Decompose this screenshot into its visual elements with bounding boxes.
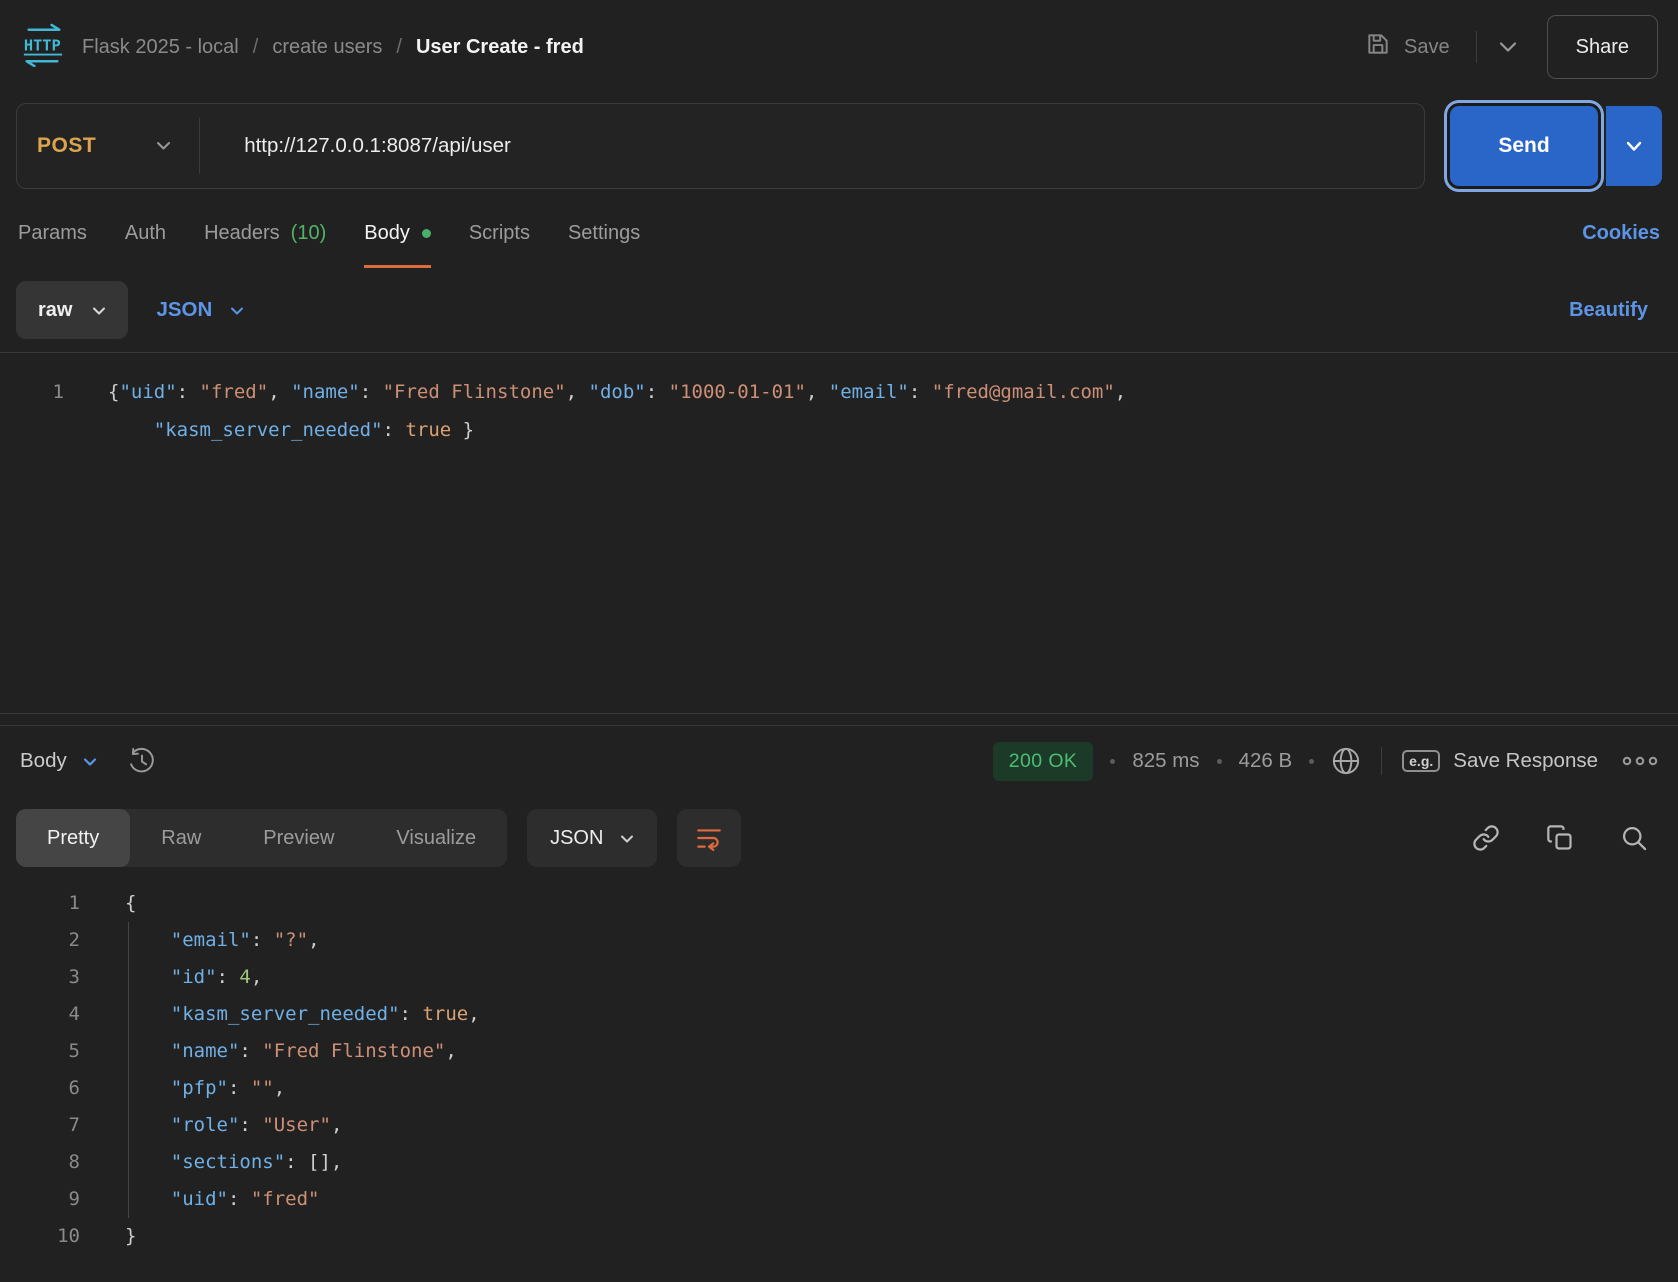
request-tabs: Params Auth Headers(10) Body Scripts Settings… [0, 198, 1678, 268]
tab-scripts[interactable]: Scripts [469, 198, 530, 268]
view-tab-preview[interactable]: Preview [232, 809, 365, 867]
save-label: Save [1404, 36, 1450, 59]
code-line: 8 "sections": [], [0, 1144, 1678, 1181]
code-line: "kasm_server_needed": true } [0, 411, 1678, 449]
save-button[interactable]: Save [1365, 31, 1450, 63]
http-method-icon: HTTP [20, 23, 66, 72]
breadcrumb-separator: / [396, 36, 402, 59]
method-selector[interactable]: POST [17, 134, 199, 158]
status-badge[interactable]: 200 OK [993, 742, 1094, 781]
response-body-viewer[interactable]: 1{2 "email": "?",3 "id": 4,4 "kasm_serve… [0, 880, 1678, 1282]
chevron-down-icon [230, 298, 244, 322]
breadcrumb-folder[interactable]: create users [272, 36, 382, 59]
breadcrumb-request-name[interactable]: User Create - fred [416, 36, 584, 59]
separator-dot [1110, 759, 1115, 764]
response-status-group: 200 OK 825 ms 426 B e.g. Save Response [993, 742, 1658, 781]
response-size[interactable]: 426 B [1239, 749, 1293, 773]
code-line: 1{"uid": "fred", "name": "Fred Flinstone… [0, 373, 1678, 411]
save-icon [1365, 31, 1391, 63]
breadcrumb: Flask 2025 - local / create users / User… [82, 36, 584, 59]
request-body-editor[interactable]: 1{"uid": "fred", "name": "Fred Flinstone… [0, 352, 1678, 713]
cookies-link[interactable]: Cookies [1582, 222, 1660, 245]
response-time[interactable]: 825 ms [1132, 749, 1199, 773]
breadcrumb-separator: / [253, 36, 259, 59]
tab-params[interactable]: Params [18, 198, 87, 268]
method-chevron-icon [156, 141, 171, 151]
separator-dot [1217, 759, 1222, 764]
response-toolbar: PrettyRawPreviewVisualize JSON [0, 796, 1678, 880]
search-icon[interactable] [1620, 824, 1648, 852]
meta-divider [1381, 747, 1382, 775]
response-tools [1472, 824, 1662, 852]
save-options-chevron-icon[interactable] [1499, 41, 1517, 53]
code-line: 6 "pfp": "", [0, 1070, 1678, 1107]
code-line: 3 "id": 4, [0, 959, 1678, 996]
indent-guide [128, 922, 129, 1218]
breadcrumb-collection[interactable]: Flask 2025 - local [82, 36, 239, 59]
example-icon: e.g. [1402, 750, 1440, 772]
more-options-icon[interactable] [1622, 756, 1658, 766]
response-body-dropdown[interactable]: Body [20, 749, 97, 773]
send-button[interactable]: Send [1450, 106, 1598, 186]
code-line: 5 "name": "Fred Flinstone", [0, 1033, 1678, 1070]
chevron-down-icon [620, 827, 634, 850]
save-response-button[interactable]: e.g. Save Response [1402, 749, 1598, 773]
header-divider [1476, 31, 1477, 63]
body-mode-label: raw [38, 299, 72, 322]
svg-text:HTTP: HTTP [24, 36, 61, 54]
body-mode-dropdown[interactable]: raw [16, 281, 128, 339]
response-history-icon[interactable] [127, 746, 157, 776]
view-tab-visualize[interactable]: Visualize [365, 809, 507, 867]
body-language-dropdown[interactable]: JSON [156, 298, 244, 322]
chevron-down-icon [83, 749, 97, 773]
unsaved-dot-icon [422, 229, 431, 238]
method-label: POST [37, 134, 96, 158]
pane-splitter[interactable] [0, 713, 1678, 726]
response-language-dropdown[interactable]: JSON [527, 809, 657, 867]
request-header: HTTP Flask 2025 - local / create users /… [0, 0, 1678, 94]
view-tab-raw[interactable]: Raw [130, 809, 232, 867]
send-options-chevron-icon[interactable] [1606, 106, 1662, 186]
response-body-label: Body [20, 749, 67, 773]
code-line: 2 "email": "?", [0, 922, 1678, 959]
code-line: 1{ [0, 885, 1678, 922]
response-meta-row: Body 200 OK 825 ms 426 B [0, 726, 1678, 796]
send-button-group: Send [1442, 106, 1662, 186]
save-response-label: Save Response [1453, 749, 1598, 773]
word-wrap-button[interactable] [677, 809, 741, 867]
code-line: 7 "role": "User", [0, 1107, 1678, 1144]
tab-headers[interactable]: Headers(10) [204, 198, 326, 268]
response-view-switch: PrettyRawPreviewVisualize [16, 809, 507, 867]
network-globe-icon[interactable] [1331, 746, 1361, 776]
body-mode-row: raw JSON Beautify [0, 268, 1678, 352]
link-icon[interactable] [1472, 824, 1500, 852]
tab-settings[interactable]: Settings [568, 198, 640, 268]
tab-body[interactable]: Body [364, 198, 431, 268]
separator-dot [1309, 759, 1314, 764]
body-language-label: JSON [156, 298, 212, 322]
app-window: HTTP Flask 2025 - local / create users /… [0, 0, 1678, 1282]
tab-auth[interactable]: Auth [125, 198, 166, 268]
copy-icon[interactable] [1546, 824, 1574, 852]
share-button[interactable]: Share [1547, 15, 1658, 79]
url-bar: POST [16, 103, 1425, 189]
beautify-link[interactable]: Beautify [1569, 299, 1662, 322]
code-line: 4 "kasm_server_needed": true, [0, 996, 1678, 1033]
chevron-down-icon [92, 299, 106, 322]
view-tab-pretty[interactable]: Pretty [16, 809, 130, 867]
request-url-row: POST Send [0, 94, 1678, 198]
response-language-label: JSON [550, 827, 603, 850]
code-line: 9 "uid": "fred" [0, 1181, 1678, 1218]
code-line: 10} [0, 1218, 1678, 1255]
url-input[interactable] [200, 134, 1424, 158]
